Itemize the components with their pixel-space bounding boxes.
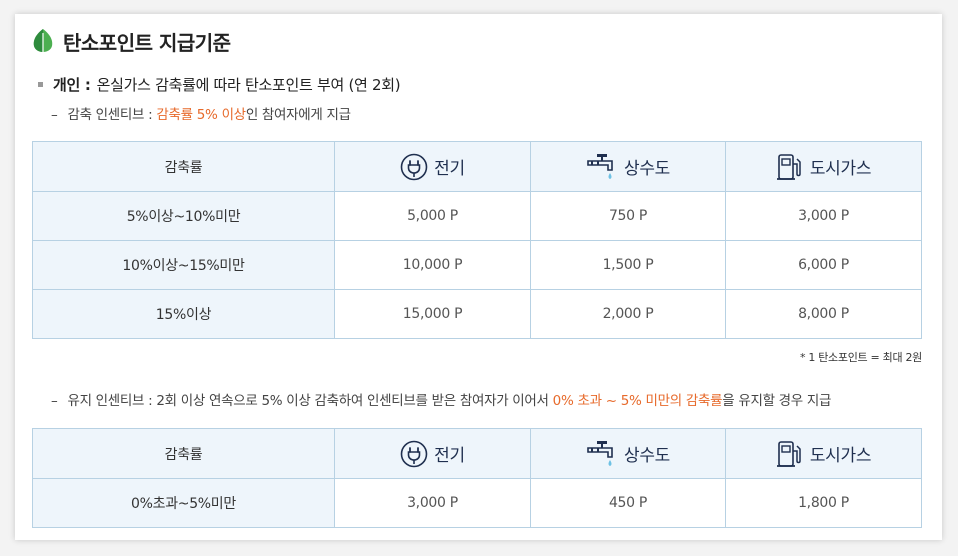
header-electricity: 전기 — [334, 428, 531, 479]
section-description: 개인 : 온실가스 감축률에 따라 탄소포인트 부여 (연 2회) — [38, 74, 401, 95]
cell-rate: 0%초과~5%미만 — [32, 478, 335, 528]
cell-electricity: 3,000 P — [334, 478, 531, 528]
cell-water: 450 P — [530, 478, 726, 528]
header-gas-label: 도시가스 — [809, 446, 872, 466]
table-header-row: 감축률 전기 상수도 도시가스 — [32, 141, 922, 192]
header-water: 상수도 — [530, 428, 726, 479]
dash: – — [51, 393, 58, 409]
maintain-table: 감축률 전기 상수도 도시가스 0%초과~5%미만 3,000 P 450 P … — [32, 428, 922, 528]
header-rate: 감축률 — [32, 428, 335, 479]
cell-water: 750 P — [530, 191, 726, 241]
reduction-table: 감축률 전기 상수도 도시가스 5%이상~10%미만 5,000 P 750 P… — [32, 141, 922, 339]
reduction-prefix: 감축 인센티브 : — [67, 107, 157, 123]
table-row: 5%이상~10%미만 5,000 P 750 P 3,000 P — [32, 191, 922, 241]
table-row: 0%초과~5%미만 3,000 P 450 P 1,800 P — [32, 478, 922, 528]
dash: – — [51, 107, 58, 123]
header-electricity-label: 전기 — [434, 159, 465, 179]
cell-rate: 10%이상~15%미만 — [32, 240, 335, 290]
leaf-icon — [33, 29, 53, 54]
section-text: 온실가스 감축률에 따라 탄소포인트 부여 (연 2회) — [96, 76, 401, 94]
content-card: 탄소포인트 지급기준 개인 : 온실가스 감축률에 따라 탄소포인트 부여 (연… — [15, 14, 942, 540]
cell-rate: 15%이상 — [32, 289, 335, 339]
cell-gas: 8,000 P — [725, 289, 922, 339]
cell-electricity: 5,000 P — [334, 191, 531, 241]
maintain-highlight: 0% 초과 ~ 5% 미만의 감축률 — [552, 393, 723, 409]
header-electricity: 전기 — [334, 141, 531, 192]
faucet-icon — [587, 153, 613, 179]
cell-gas: 1,800 P — [725, 478, 922, 528]
bullet-square — [38, 82, 43, 87]
header-water-label: 상수도 — [623, 446, 671, 466]
header-rate: 감축률 — [32, 141, 335, 192]
cell-gas: 6,000 P — [725, 240, 922, 290]
cell-rate: 5%이상~10%미만 — [32, 191, 335, 241]
cell-electricity: 10,000 P — [334, 240, 531, 290]
cell-electricity: 15,000 P — [334, 289, 531, 339]
gas-pump-icon — [776, 153, 801, 180]
gas-pump-icon — [776, 440, 801, 467]
faucet-icon — [587, 440, 613, 466]
header-water-label: 상수도 — [623, 159, 671, 179]
header-gas-label: 도시가스 — [809, 159, 872, 179]
maintain-incentive-line: – 유지 인센티브 : 2회 이상 연속으로 5% 이상 감축하여 인센티브를 받… — [51, 389, 831, 409]
header-gas: 도시가스 — [725, 141, 922, 192]
table-row: 10%이상~15%미만 10,000 P 1,500 P 6,000 P — [32, 240, 922, 290]
cell-water: 1,500 P — [530, 240, 726, 290]
reduction-suffix: 인 참여자에게 지급 — [245, 107, 351, 123]
page-title: 탄소포인트 지급기준 — [63, 30, 231, 55]
table-header-row: 감축률 전기 상수도 도시가스 — [32, 428, 922, 479]
section-label: 개인 : — [53, 76, 91, 94]
header-water: 상수도 — [530, 141, 726, 192]
maintain-prefix: 유지 인센티브 : 2회 이상 연속으로 5% 이상 감축하여 인센티브를 받은… — [67, 393, 553, 409]
table-row: 15%이상 15,000 P 2,000 P 8,000 P — [32, 289, 922, 339]
maintain-suffix: 을 유지할 경우 지급 — [722, 393, 832, 409]
header-gas: 도시가스 — [725, 428, 922, 479]
reduction-incentive-line: – 감축 인센티브 : 감축률 5% 이상인 참여자에게 지급 — [51, 103, 351, 123]
plug-icon — [400, 153, 428, 180]
header-electricity-label: 전기 — [434, 446, 465, 466]
cell-gas: 3,000 P — [725, 191, 922, 241]
plug-icon — [400, 440, 428, 467]
point-value-note: * 1 탄소포인트 = 최대 2원 — [799, 351, 922, 364]
reduction-highlight: 감축률 5% 이상 — [156, 107, 246, 123]
cell-water: 2,000 P — [530, 289, 726, 339]
title-row: 탄소포인트 지급기준 — [32, 26, 231, 56]
